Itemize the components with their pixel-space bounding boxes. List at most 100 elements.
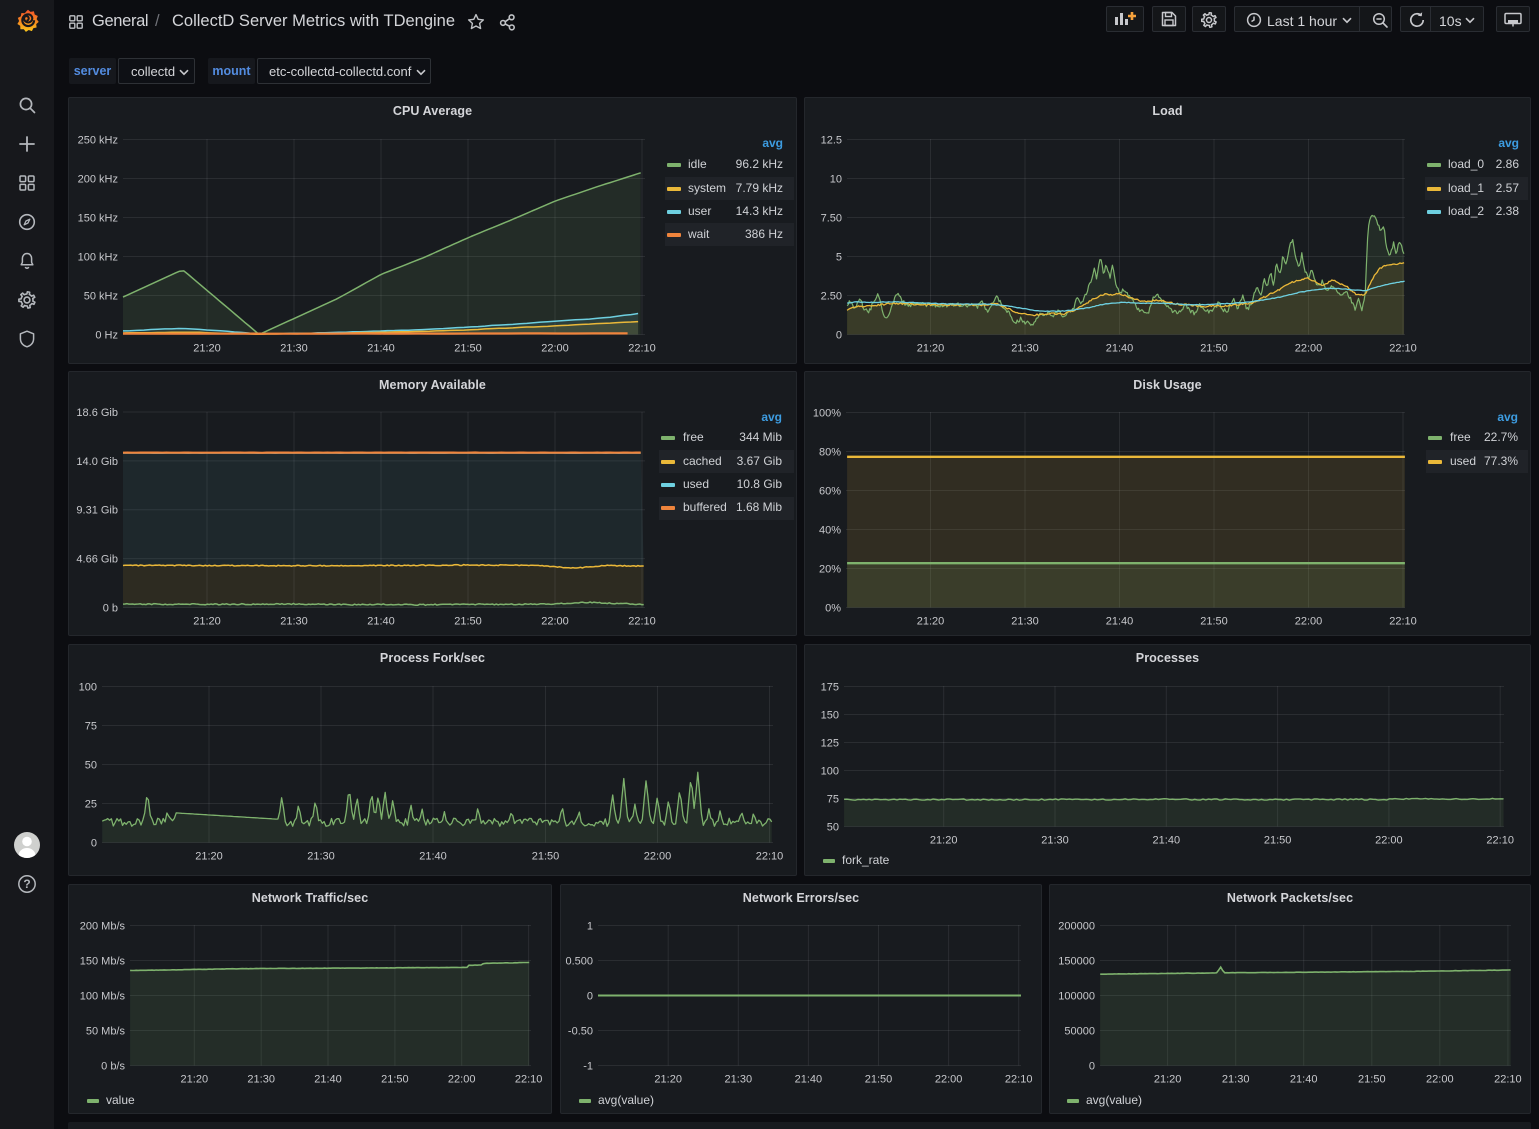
svg-text:50: 50 <box>827 822 839 834</box>
svg-text:50 Mb/s: 50 Mb/s <box>86 1026 126 1038</box>
svg-text:100: 100 <box>79 682 97 694</box>
svg-text:21:30: 21:30 <box>247 1074 275 1086</box>
svg-text:50: 50 <box>85 760 97 772</box>
svg-text:22:10: 22:10 <box>1494 1074 1522 1086</box>
svg-text:25: 25 <box>85 799 97 811</box>
svg-text:21:30: 21:30 <box>1011 343 1039 355</box>
svg-text:14.0 Gib: 14.0 Gib <box>76 456 118 468</box>
svg-text:21:20: 21:20 <box>930 835 958 847</box>
svg-text:100 Mb/s: 100 Mb/s <box>80 991 126 1003</box>
svg-text:150: 150 <box>821 710 839 722</box>
svg-text:12.5: 12.5 <box>821 135 842 147</box>
svg-text:200000: 200000 <box>1058 921 1095 933</box>
svg-text:5: 5 <box>836 252 842 264</box>
svg-text:22:00: 22:00 <box>935 1074 963 1086</box>
svg-text:21:30: 21:30 <box>1222 1074 1250 1086</box>
svg-text:7.50: 7.50 <box>821 213 842 225</box>
svg-text:21:20: 21:20 <box>195 851 223 863</box>
svg-text:22:10: 22:10 <box>515 1074 543 1086</box>
svg-text:100: 100 <box>821 766 839 778</box>
svg-text:21:50: 21:50 <box>1200 616 1228 628</box>
svg-text:22:00: 22:00 <box>448 1074 476 1086</box>
svg-text:22:00: 22:00 <box>644 851 672 863</box>
svg-text:21:20: 21:20 <box>917 343 945 355</box>
svg-text:0: 0 <box>836 330 842 342</box>
svg-text:21:40: 21:40 <box>1153 835 1181 847</box>
svg-text:21:50: 21:50 <box>532 851 560 863</box>
svg-text:250 kHz: 250 kHz <box>78 135 118 147</box>
svg-text:21:20: 21:20 <box>193 343 221 355</box>
svg-text:50000: 50000 <box>1064 1026 1095 1038</box>
svg-text:22:10: 22:10 <box>1486 835 1514 847</box>
svg-text:200 Mb/s: 200 Mb/s <box>80 921 126 933</box>
svg-text:150 kHz: 150 kHz <box>78 213 118 225</box>
svg-text:2.50: 2.50 <box>821 291 842 303</box>
svg-text:0.500: 0.500 <box>565 956 593 968</box>
svg-text:22:00: 22:00 <box>541 616 569 628</box>
svg-text:100 kHz: 100 kHz <box>78 252 118 264</box>
svg-text:21:40: 21:40 <box>314 1074 342 1086</box>
svg-text:100%: 100% <box>813 408 841 420</box>
svg-text:?: ? <box>23 877 30 891</box>
svg-text:0%: 0% <box>825 603 841 615</box>
svg-text:75: 75 <box>827 794 839 806</box>
svg-text:22:10: 22:10 <box>756 851 784 863</box>
svg-text:22:10: 22:10 <box>1005 1074 1033 1086</box>
svg-text:21:30: 21:30 <box>280 343 308 355</box>
svg-text:-1: -1 <box>583 1061 593 1073</box>
svg-text:18.6 Gib: 18.6 Gib <box>76 407 118 419</box>
svg-text:21:50: 21:50 <box>381 1074 409 1086</box>
svg-text:1: 1 <box>587 921 593 933</box>
svg-text:21:40: 21:40 <box>795 1074 823 1086</box>
svg-text:21:50: 21:50 <box>1358 1074 1386 1086</box>
svg-text:0 b/s: 0 b/s <box>101 1061 125 1073</box>
svg-text:0 Hz: 0 Hz <box>95 330 118 342</box>
svg-text:22:00: 22:00 <box>1375 835 1403 847</box>
svg-text:22:10: 22:10 <box>628 343 656 355</box>
svg-text:21:30: 21:30 <box>1011 616 1039 628</box>
svg-text:21:20: 21:20 <box>1154 1074 1182 1086</box>
svg-text:21:40: 21:40 <box>1106 616 1134 628</box>
svg-text:21:30: 21:30 <box>1041 835 1069 847</box>
svg-text:21:40: 21:40 <box>1106 343 1134 355</box>
svg-text:21:30: 21:30 <box>280 616 308 628</box>
svg-text:21:50: 21:50 <box>1200 343 1228 355</box>
svg-text:20%: 20% <box>819 564 841 576</box>
svg-text:-0.50: -0.50 <box>568 1026 593 1038</box>
svg-text:150 Mb/s: 150 Mb/s <box>80 956 126 968</box>
svg-text:0: 0 <box>1089 1061 1095 1073</box>
svg-text:175: 175 <box>821 682 839 694</box>
svg-text:0: 0 <box>91 838 97 850</box>
svg-text:21:40: 21:40 <box>419 851 447 863</box>
svg-text:22:10: 22:10 <box>628 616 656 628</box>
svg-text:21:20: 21:20 <box>654 1074 682 1086</box>
svg-text:21:30: 21:30 <box>725 1074 753 1086</box>
svg-text:21:20: 21:20 <box>181 1074 209 1086</box>
svg-text:0: 0 <box>587 991 593 1003</box>
svg-text:22:10: 22:10 <box>1389 343 1417 355</box>
svg-text:21:50: 21:50 <box>865 1074 893 1086</box>
svg-text:10: 10 <box>830 174 842 186</box>
svg-text:21:30: 21:30 <box>307 851 335 863</box>
svg-text:75: 75 <box>85 721 97 733</box>
svg-text:100000: 100000 <box>1058 991 1095 1003</box>
svg-text:22:00: 22:00 <box>1295 343 1323 355</box>
svg-text:200 kHz: 200 kHz <box>78 174 118 186</box>
svg-text:21:20: 21:20 <box>917 616 945 628</box>
svg-text:21:20: 21:20 <box>193 616 221 628</box>
svg-text:50 kHz: 50 kHz <box>84 291 118 303</box>
svg-text:21:50: 21:50 <box>1264 835 1292 847</box>
svg-text:80%: 80% <box>819 447 841 459</box>
svg-text:22:00: 22:00 <box>541 343 569 355</box>
svg-text:22:00: 22:00 <box>1295 616 1323 628</box>
svg-text:22:10: 22:10 <box>1389 616 1417 628</box>
svg-text:9.31 Gib: 9.31 Gib <box>76 505 118 517</box>
svg-text:40%: 40% <box>819 525 841 537</box>
svg-text:21:40: 21:40 <box>367 616 395 628</box>
svg-text:150000: 150000 <box>1058 956 1095 968</box>
svg-text:21:40: 21:40 <box>367 343 395 355</box>
svg-text:21:40: 21:40 <box>1290 1074 1318 1086</box>
svg-text:22:00: 22:00 <box>1426 1074 1454 1086</box>
svg-text:0 b: 0 b <box>103 603 118 615</box>
svg-text:60%: 60% <box>819 486 841 498</box>
